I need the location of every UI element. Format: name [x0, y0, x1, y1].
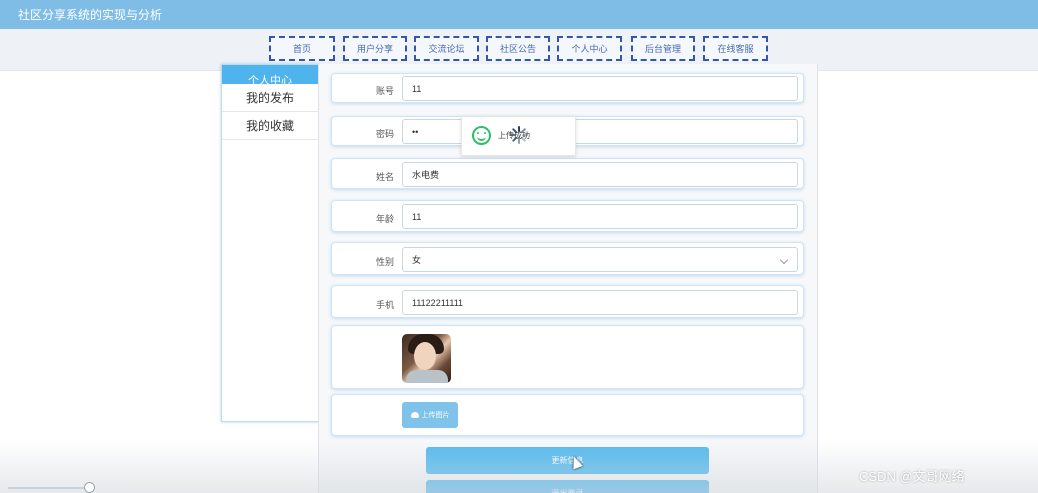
smile-icon	[472, 126, 491, 145]
gender-select[interactable]: 女	[402, 247, 798, 272]
upload-image-button[interactable]: 上传图片	[402, 402, 458, 428]
nav-item-announcements[interactable]: 社区公告	[486, 36, 550, 61]
age-input[interactable]: 11	[402, 204, 798, 229]
update-info-button[interactable]: 更新信息	[426, 447, 709, 474]
form-row-phone: 手机 11122211111	[331, 285, 804, 318]
progress-slider-handle[interactable]	[84, 482, 95, 493]
form-row-name: 姓名 水电费	[331, 158, 804, 189]
logout-button[interactable]: 退出登录	[426, 480, 709, 493]
phone-input[interactable]: 11122211111	[402, 290, 798, 315]
nav-item-personal-center[interactable]: 个人中心	[557, 36, 622, 61]
form-row-upload: 上传图片	[331, 394, 804, 436]
sidebar-item-my-posts[interactable]: 我的发布	[222, 84, 318, 112]
app-title: 社区分享系统的实现与分析	[18, 8, 163, 22]
gender-selected-value: 女	[412, 255, 422, 265]
name-input[interactable]: 水电费	[402, 162, 798, 187]
name-label: 姓名	[375, 172, 394, 182]
cloud-upload-icon	[410, 412, 419, 418]
nav-item-home[interactable]: 首页	[269, 36, 335, 61]
form-row-age: 年龄 11	[331, 200, 804, 232]
phone-label: 手机	[375, 300, 394, 310]
account-label: 账号	[375, 86, 394, 96]
nav-item-user-share[interactable]: 用户分享	[343, 36, 407, 61]
form-row-account: 账号 11	[331, 73, 804, 103]
password-label: 密码	[375, 129, 394, 139]
loading-spinner-icon	[510, 126, 528, 144]
avatar-image	[402, 334, 451, 383]
sidebar-item-my-favorites[interactable]: 我的收藏	[222, 112, 318, 140]
gender-label: 性别	[375, 257, 394, 267]
sidebar: 个人中心 我的发布 我的收藏	[221, 64, 319, 422]
nav-item-online-service[interactable]: 在线客服	[703, 36, 768, 61]
progress-slider-track[interactable]	[8, 487, 90, 489]
account-input[interactable]: 11	[402, 76, 798, 101]
sidebar-heading[interactable]: 个人中心	[222, 65, 318, 84]
chevron-down-icon	[779, 255, 789, 265]
upload-button-label: 上传图片	[421, 412, 450, 419]
form-row-gender: 性别 女	[331, 242, 804, 275]
app-header: 社区分享系统的实现与分析	[0, 0, 1038, 29]
nav-item-forum[interactable]: 交流论坛	[414, 36, 479, 61]
age-label: 年龄	[375, 214, 394, 224]
watermark: CSDN @文哥网络	[859, 469, 965, 484]
form-row-avatar	[331, 325, 804, 389]
nav-item-admin[interactable]: 后台管理	[631, 36, 695, 61]
